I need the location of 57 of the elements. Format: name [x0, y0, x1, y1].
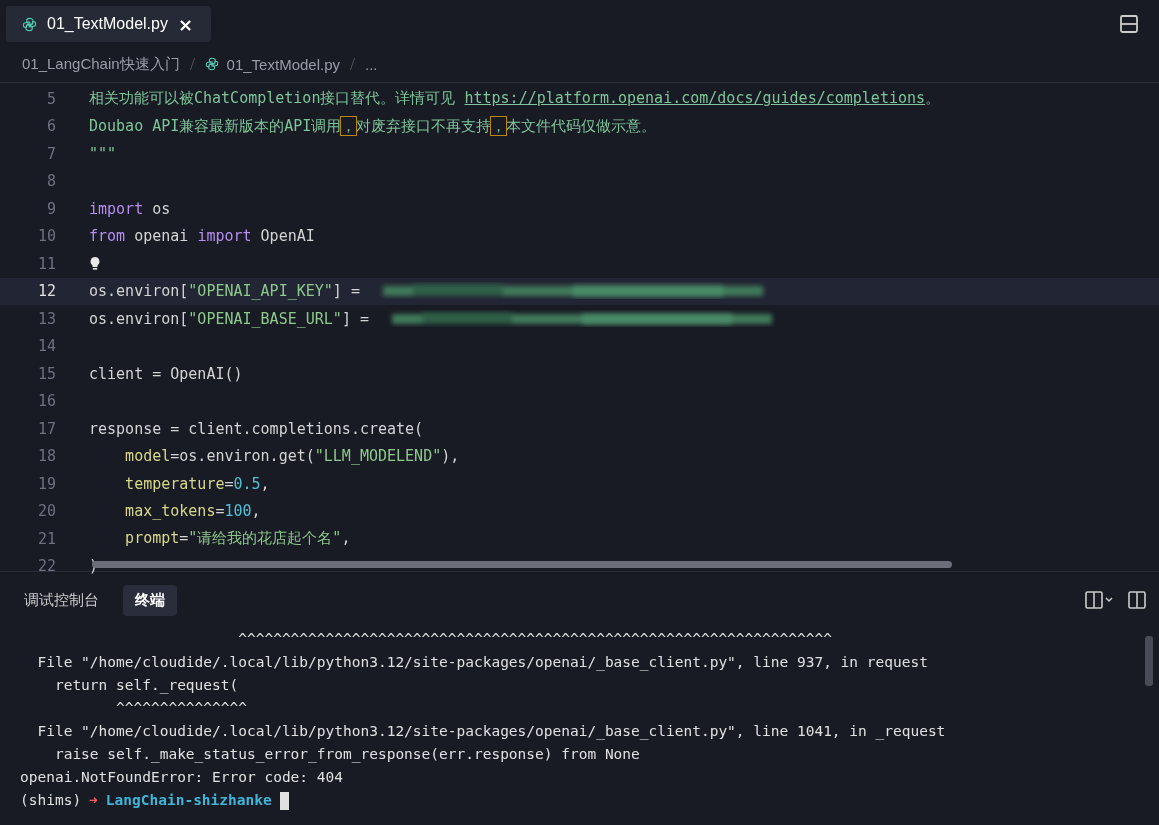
line-number: 13 — [36, 309, 57, 328]
line-number: 6 — [45, 117, 57, 136]
close-icon[interactable]: × — [177, 13, 194, 35]
line-number: 16 — [36, 392, 57, 411]
line-number: 7 — [45, 144, 57, 163]
code-line: max_tokens=100, — [124, 502, 261, 521]
prompt-env: (shims) — [20, 791, 82, 810]
prompt-arrow: ➜ — [89, 791, 98, 810]
lightbulb-icon[interactable] — [89, 255, 101, 272]
terminal-line: openai.NotFoundError: Error code: 404 — [20, 768, 344, 787]
line-number: 15 — [36, 364, 57, 383]
file-tab[interactable]: 01_TextModel.py × — [6, 6, 212, 42]
python-icon — [204, 57, 219, 71]
line-number: 18 — [36, 447, 57, 466]
python-icon — [22, 16, 37, 32]
terminal-line: File "/home/cloudide/.local/lib/python3.12/site-packages/openai/_base_client.py", line 937, in request — [36, 653, 929, 673]
line-number: 8 — [45, 172, 57, 191]
code-line: Doubao API兼容最新版本的API调用，对废弃接口不再支持，本文件代码仅做示意。 — [89, 116, 657, 136]
terminal-line: ^^^^^^^^^^^^^^^ — [115, 699, 248, 718]
breadcrumb-item[interactable]: 01_LangChain快速入门 — [22, 54, 180, 74]
code-line: os.environ["OPENAI_BASE_URL"] = — [89, 309, 370, 328]
code-line: 相关功能可以被ChatCompletion接口替代。详情可见 https://platform.openai.com/docs/guides/completions。 — [89, 89, 941, 109]
panel-tab[interactable]: 终端 — [123, 584, 177, 616]
panel-tab[interactable]: 调试控制台 — [12, 584, 111, 616]
code-line: response = client.completions.create( — [89, 419, 424, 438]
tab-label: 01_TextModel.py — [47, 15, 168, 33]
line-number: 21 — [36, 529, 57, 548]
line-number: 22 — [36, 557, 57, 576]
line-number: 12 — [36, 282, 57, 301]
terminal-line: File "/home/cloudide/.local/lib/python3.12/site-packages/openai/_base_client.py", line 1041, in _request — [36, 722, 947, 742]
layout-dropdown-icon[interactable] — [1085, 590, 1115, 610]
code-line: """ — [89, 144, 117, 163]
line-number: 5 — [45, 89, 57, 108]
code-line: os.environ["OPENAI_API_KEY"] = — [89, 282, 361, 301]
line-number: 19 — [36, 474, 57, 493]
code-line: model=os.environ.get("LLM_MODELEND"), — [124, 447, 460, 466]
line-number: 9 — [45, 199, 57, 218]
line-number: 11 — [36, 254, 57, 273]
prompt-directory: LangChain-shizhanke — [105, 791, 272, 810]
split-panel-icon[interactable] — [1127, 590, 1147, 610]
vertical-scrollbar[interactable] — [1145, 636, 1153, 686]
breadcrumb-item[interactable]: 01_TextModel.py — [226, 55, 340, 73]
terminal-line: ^^^^^^^^^^^^^^^^^^^^^^^^^^^^^^^^^^^^^^^^^^^^^^^^^^^^^^^^^^^^^^^^^^^^ — [237, 630, 833, 649]
terminal-line: return self._request( — [53, 676, 240, 696]
line-number: 17 — [36, 419, 57, 438]
line-number: 10 — [36, 227, 57, 246]
terminal-line: raise self._make_status_error_from_response(err.response) from None — [53, 745, 641, 765]
code-line: prompt="请给我的花店起个名", — [124, 529, 351, 549]
code-line: client = OpenAI() — [89, 364, 243, 383]
breadcrumb-item[interactable]: ... — [365, 55, 378, 73]
code-line: import os — [89, 199, 171, 218]
line-number: 14 — [36, 337, 57, 356]
split-editor-icon[interactable] — [1119, 14, 1139, 34]
terminal-cursor — [279, 791, 289, 810]
line-number: 20 — [36, 502, 57, 521]
code-line: from openai import OpenAI — [89, 227, 315, 246]
code-line: temperature=0.5, — [124, 474, 270, 493]
